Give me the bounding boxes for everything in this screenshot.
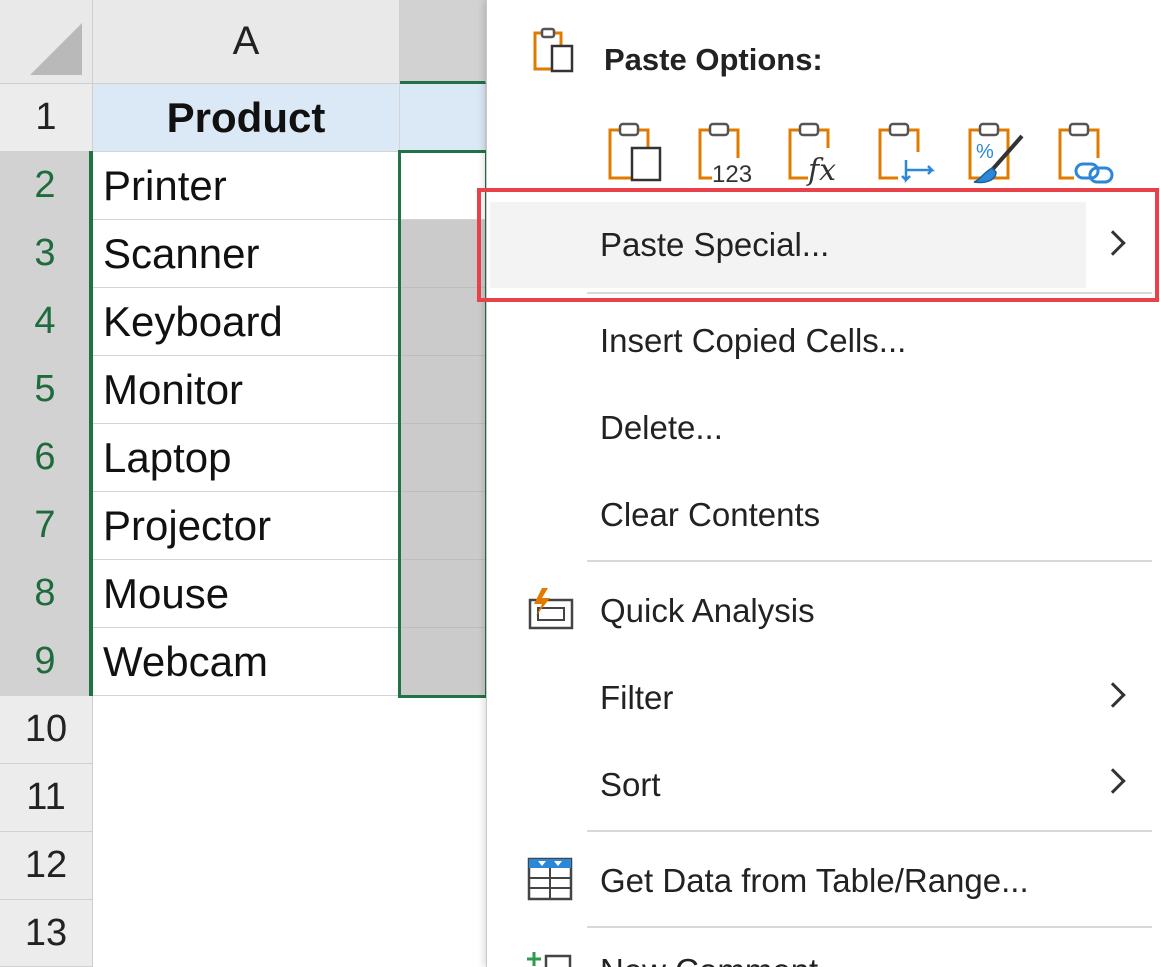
cell-a7[interactable]: Projector [93, 492, 400, 560]
paste-transpose-icon[interactable] [876, 118, 938, 186]
cell-a4[interactable]: Keyboard [93, 288, 400, 356]
paste-link-icon[interactable] [1056, 118, 1118, 186]
paste-special-highlight [477, 188, 1159, 302]
select-all-corner[interactable] [0, 0, 93, 84]
menu-separator [587, 830, 1152, 832]
cell-b1[interactable] [400, 84, 486, 152]
table-icon [526, 856, 574, 904]
svg-text:123: 123 [712, 161, 752, 186]
selection-border [398, 150, 488, 698]
row-header-5[interactable]: 5 [0, 356, 93, 424]
row-header-6[interactable]: 6 [0, 424, 93, 492]
menu-separator [587, 560, 1152, 562]
paste-values-icon[interactable]: 123 [696, 118, 758, 188]
paste-icon[interactable] [606, 118, 668, 186]
paste-options-icon [532, 26, 576, 74]
clear-contents-item[interactable]: Clear Contents [600, 496, 820, 534]
svg-text:%: % [976, 141, 994, 163]
row-header-2[interactable]: 2 [0, 152, 93, 220]
cell-a2[interactable]: Printer [93, 152, 400, 220]
quick-analysis-icon [526, 586, 576, 632]
quick-analysis-item[interactable]: Quick Analysis [600, 592, 815, 630]
row-header-12[interactable]: 12 [0, 832, 93, 900]
cell-a9[interactable]: Webcam [93, 628, 400, 696]
sort-item[interactable]: Sort [600, 766, 661, 804]
paste-formulas-icon[interactable]: fx [786, 118, 848, 188]
cell-a1[interactable]: Product [93, 84, 400, 152]
new-comment-item[interactable]: New Comment [600, 952, 818, 967]
svg-text:fx: fx [806, 153, 836, 186]
cell-a3[interactable]: Scanner [93, 220, 400, 288]
row-header-11[interactable]: 11 [0, 764, 93, 832]
row-header-13[interactable]: 13 [0, 900, 93, 967]
row-header-10[interactable]: 10 [0, 696, 93, 764]
column-header-b[interactable] [400, 0, 486, 84]
cell-a6[interactable]: Laptop [93, 424, 400, 492]
row-header-9[interactable]: 9 [0, 628, 93, 696]
menu-separator [587, 926, 1152, 928]
row-header-3[interactable]: 3 [0, 220, 93, 288]
get-data-item[interactable]: Get Data from Table/Range... [600, 862, 1029, 900]
new-comment-icon [526, 950, 574, 967]
row-header-1[interactable]: 1 [0, 84, 93, 152]
paste-options-label: Paste Options: [604, 42, 823, 77]
cell-a8[interactable]: Mouse [93, 560, 400, 628]
column-header-a[interactable]: A [93, 0, 400, 84]
row-header-7[interactable]: 7 [0, 492, 93, 560]
row-header-8[interactable]: 8 [0, 560, 93, 628]
insert-copied-cells-item[interactable]: Insert Copied Cells... [600, 322, 906, 360]
filter-item[interactable]: Filter [600, 679, 673, 717]
cell-a5[interactable]: Monitor [93, 356, 400, 424]
delete-item[interactable]: Delete... [600, 409, 723, 447]
paste-formatting-icon[interactable]: % [966, 118, 1028, 186]
row-header-4[interactable]: 4 [0, 288, 93, 356]
copy-range-border [89, 151, 93, 696]
